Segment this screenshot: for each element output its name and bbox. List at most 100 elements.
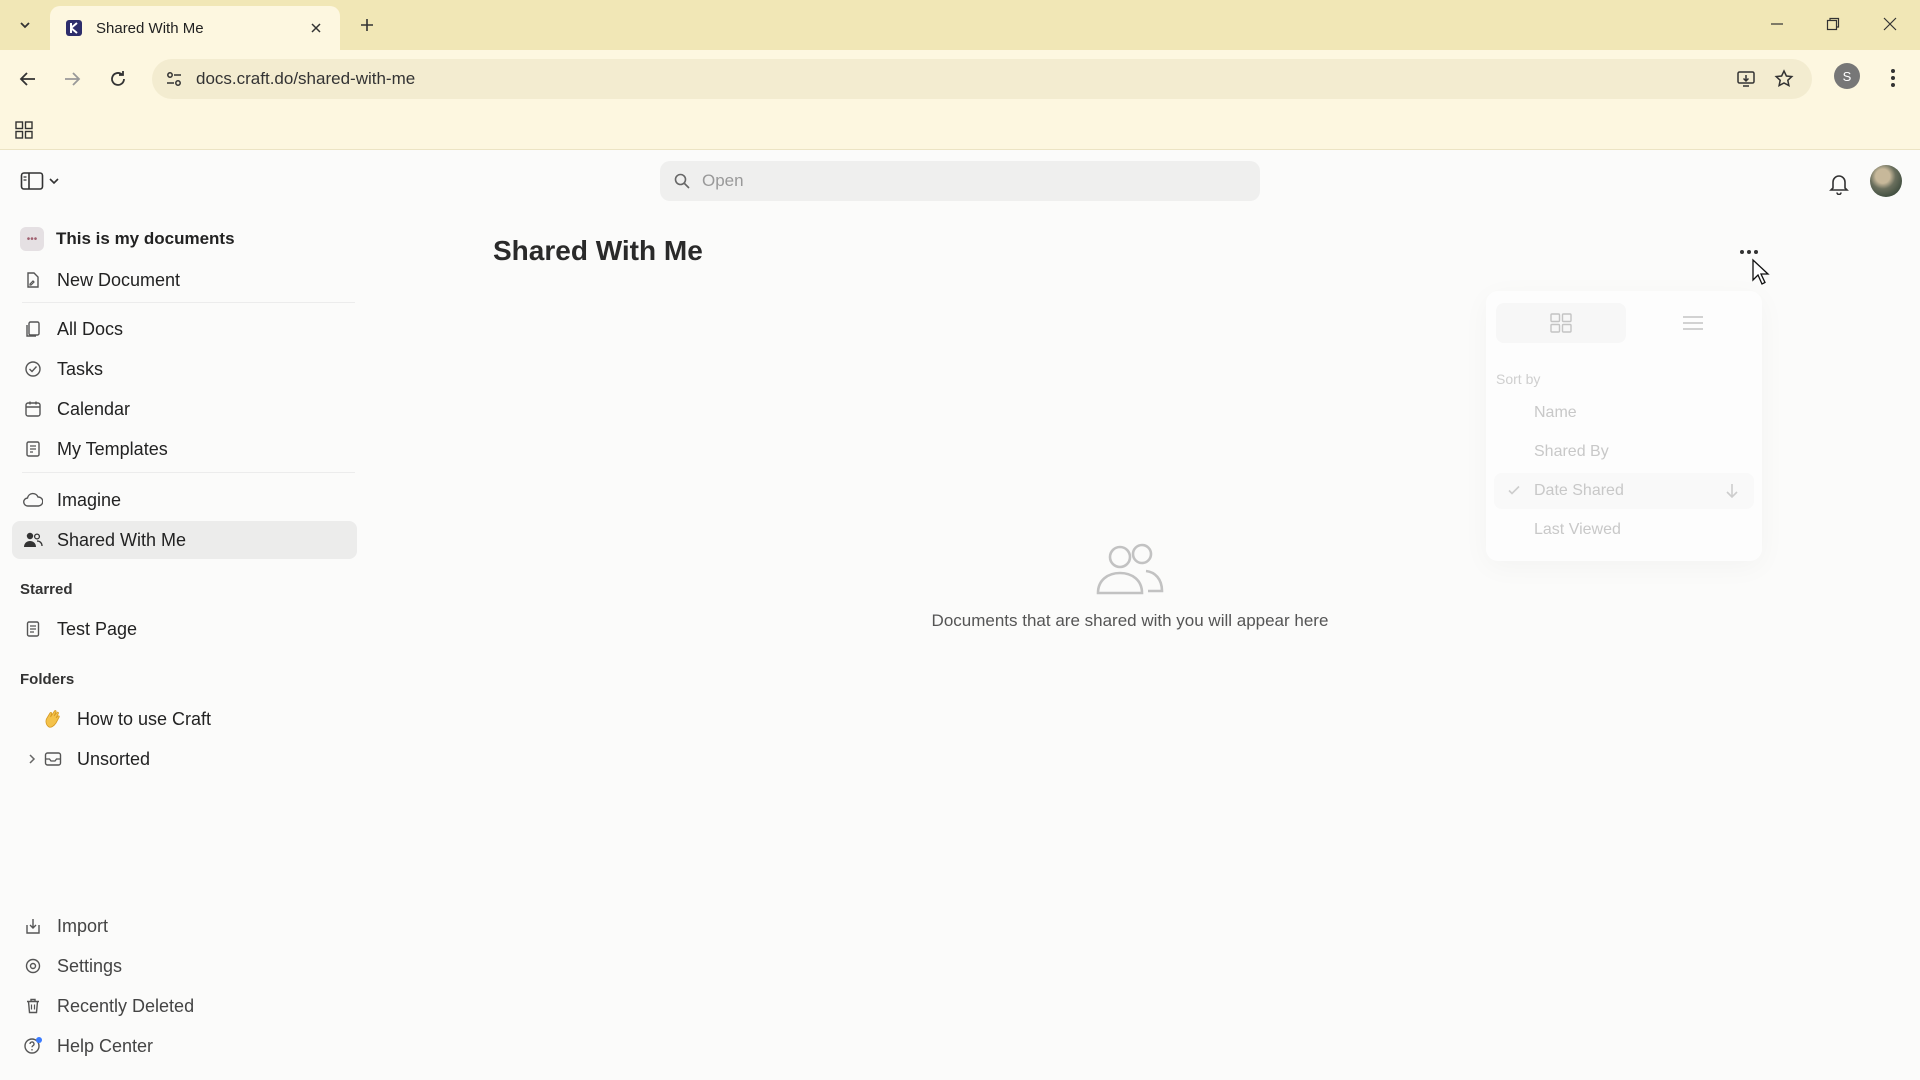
address-bar[interactable]: docs.craft.do/shared-with-me	[152, 59, 1812, 99]
sort-option-label: Last Viewed	[1534, 521, 1621, 538]
restore-button[interactable]	[1813, 6, 1853, 42]
gear-icon	[22, 955, 44, 977]
sidebar-item-tasks[interactable]: Tasks	[12, 350, 357, 388]
sort-option-label: Name	[1534, 404, 1577, 421]
apps-grid-icon[interactable]	[10, 116, 38, 144]
sidebar-item-settings[interactable]: Settings	[12, 947, 357, 985]
arrow-down-icon[interactable]	[1724, 482, 1740, 500]
sidebar-icon	[20, 172, 44, 190]
site-info-icon[interactable]	[160, 65, 188, 93]
browser-tab-active[interactable]: Shared With Me	[50, 6, 340, 50]
sidebar-toggle-button[interactable]	[20, 167, 68, 195]
list-view-button[interactable]	[1628, 303, 1758, 343]
close-tab-icon[interactable]	[306, 18, 326, 38]
sidebar-item-label: Import	[57, 915, 109, 936]
list-view-icon	[1683, 316, 1703, 330]
import-icon	[22, 915, 44, 937]
empty-state-text: Documents that are shared with you will …	[931, 611, 1329, 630]
back-button[interactable]	[10, 62, 46, 96]
sidebar-item-label: Settings	[57, 955, 123, 976]
space-icon: •••	[20, 227, 44, 251]
folders-section-title: Folders	[20, 671, 75, 688]
install-app-icon[interactable]	[1732, 65, 1760, 93]
waving-hand-icon	[42, 708, 64, 730]
close-icon	[1883, 17, 1897, 31]
sidebar-item-recently-deleted[interactable]: Recently Deleted	[12, 987, 357, 1025]
craft-app: Open ••• This is my documents New Docume…	[0, 151, 1920, 1080]
new-document-label: New Document	[57, 269, 181, 290]
forward-button[interactable]	[54, 62, 90, 96]
docs-icon	[22, 318, 44, 340]
horizontal-dots-icon	[1740, 250, 1758, 254]
chevron-down-icon	[20, 22, 30, 29]
reload-button[interactable]	[100, 62, 136, 96]
empty-state: Documents that are shared with you will …	[880, 541, 1380, 631]
chevron-right-icon[interactable]	[22, 749, 42, 769]
minimize-icon	[1771, 23, 1783, 25]
browser-menu-button[interactable]	[1878, 62, 1908, 94]
checkmark-icon	[1508, 485, 1520, 495]
sidebar-divider	[22, 472, 355, 473]
sidebar-item-label: Calendar	[57, 398, 131, 419]
sidebar-item-label: Imagine	[57, 489, 122, 510]
sidebar-item-label: Help Center	[57, 1035, 154, 1056]
folder-item-label: Unsorted	[77, 748, 151, 769]
star-bookmark-icon[interactable]	[1770, 65, 1798, 93]
search-icon	[674, 173, 690, 189]
sidebar-item-my-templates[interactable]: My Templates	[12, 430, 357, 468]
sidebar-item-import[interactable]: Import	[12, 907, 357, 945]
craft-logo-icon	[64, 18, 84, 38]
space-switcher[interactable]: ••• This is my documents	[12, 221, 357, 257]
sidebar-item-label: Recently Deleted	[57, 995, 195, 1016]
mouse-cursor-icon	[1752, 258, 1770, 285]
minimize-button[interactable]	[1757, 6, 1797, 42]
sidebar-item-shared-with-me[interactable]: Shared With Me	[12, 521, 357, 559]
search-placeholder: Open	[702, 171, 744, 190]
sidebar: ••• This is my documents New Document Al…	[0, 211, 370, 1080]
sort-option-label: Date Shared	[1534, 482, 1624, 499]
notifications-button[interactable]	[1824, 169, 1854, 199]
sidebar-item-imagine[interactable]: Imagine	[12, 481, 357, 519]
sidebar-item-calendar[interactable]: Calendar	[12, 390, 357, 428]
url-text[interactable]: docs.craft.do/shared-with-me	[196, 69, 415, 89]
plus-icon	[361, 19, 373, 31]
browser-tab-bar: Shared With Me	[0, 0, 1920, 50]
app-topbar: Open	[0, 151, 1920, 211]
starred-item-label: Test Page	[57, 618, 138, 639]
check-circle-icon	[22, 358, 44, 380]
page-icon	[22, 618, 44, 640]
tab-search-button[interactable]	[8, 10, 42, 40]
sort-option-label: Shared By	[1534, 443, 1609, 460]
sort-by-caption: Sort by	[1496, 371, 1541, 387]
new-document-button[interactable]: New Document	[12, 261, 357, 299]
new-document-icon	[22, 269, 44, 291]
sort-option-date-shared[interactable]: Date Shared	[1494, 473, 1754, 509]
trash-icon	[22, 995, 44, 1017]
sidebar-item-label: My Templates	[57, 438, 168, 459]
shared-people-icon	[22, 529, 44, 551]
sidebar-item-help-center[interactable]: Help Center	[12, 1027, 357, 1065]
sidebar-item-label: Tasks	[57, 358, 104, 379]
vertical-dots-icon	[1891, 69, 1895, 87]
profile-avatar[interactable]: S	[1834, 63, 1860, 89]
tab-title: Shared With Me	[96, 19, 204, 37]
folder-item-unsorted[interactable]: Unsorted	[12, 740, 357, 778]
new-tab-button[interactable]	[352, 10, 382, 40]
people-icon	[1096, 543, 1164, 595]
folder-item-label: How to use Craft	[77, 708, 212, 729]
search-input[interactable]: Open	[660, 161, 1260, 201]
starred-item-test-page[interactable]: Test Page	[12, 610, 357, 648]
space-name: This is my documents	[56, 229, 235, 248]
sidebar-divider	[22, 302, 355, 303]
sort-option-name[interactable]: Name	[1494, 395, 1754, 431]
sidebar-item-label: Shared With Me	[57, 529, 187, 550]
sort-option-shared-by[interactable]: Shared By	[1494, 434, 1754, 470]
bookmarks-bar	[0, 108, 1920, 150]
user-avatar[interactable]	[1870, 165, 1902, 197]
close-window-button[interactable]	[1870, 6, 1910, 42]
chevron-down-icon	[49, 178, 59, 185]
folder-item-how-to-use-craft[interactable]: How to use Craft	[12, 700, 357, 738]
sort-option-last-viewed[interactable]: Last Viewed	[1494, 512, 1754, 548]
sidebar-item-all-docs[interactable]: All Docs	[12, 310, 357, 348]
grid-view-button[interactable]	[1496, 303, 1626, 343]
